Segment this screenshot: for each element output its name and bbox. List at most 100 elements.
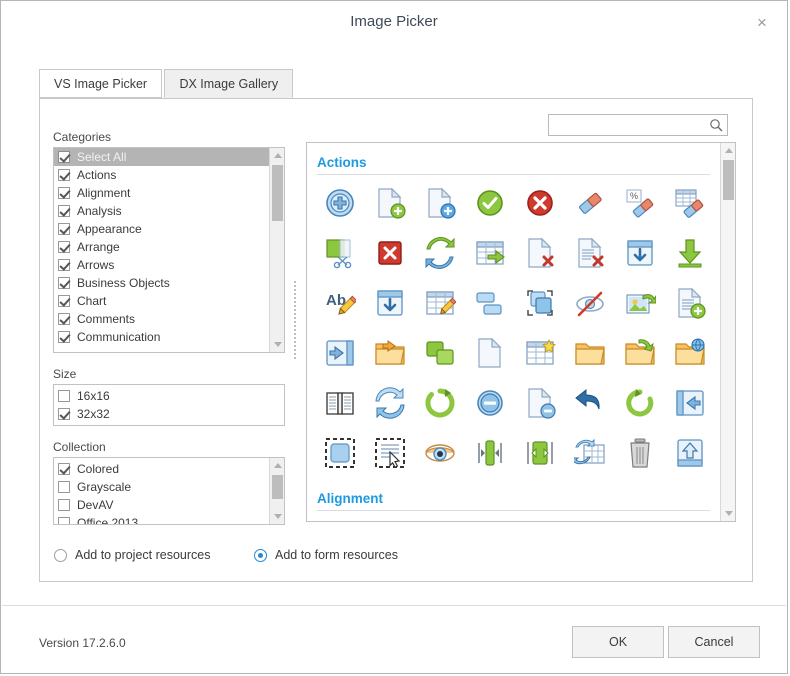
close-red-icon[interactable] — [374, 237, 406, 269]
add-circle-icon[interactable] — [324, 187, 356, 219]
apply-check-icon[interactable] — [474, 187, 506, 219]
search-box[interactable] — [548, 114, 728, 137]
collection-scrollbar[interactable] — [269, 458, 284, 524]
scroll-up-icon[interactable] — [270, 458, 284, 473]
select-all-icon[interactable] — [324, 437, 356, 469]
search-input[interactable] — [553, 115, 707, 137]
scroll-up-icon[interactable] — [721, 143, 735, 158]
checkbox[interactable] — [58, 295, 70, 307]
select-region-icon[interactable] — [374, 437, 406, 469]
gallery-scrollbar[interactable] — [720, 143, 735, 521]
scroll-down-icon[interactable] — [270, 337, 284, 352]
download-window-icon[interactable] — [624, 237, 656, 269]
tab-dx-image-gallery[interactable]: DX Image Gallery — [164, 69, 294, 98]
checkbox[interactable] — [58, 187, 70, 199]
checkbox[interactable] — [58, 277, 70, 289]
edit-table-icon[interactable] — [424, 287, 457, 319]
remove-minus-icon[interactable] — [474, 387, 506, 419]
upload-arrow-icon[interactable] — [674, 437, 706, 469]
export-table-icon[interactable] — [474, 237, 506, 269]
open-folder-export-icon[interactable] — [374, 337, 406, 369]
next-page-icon[interactable] — [674, 387, 706, 419]
scroll-down-icon[interactable] — [270, 509, 284, 524]
list-item[interactable]: Arrows — [54, 256, 269, 274]
refresh-sync-icon[interactable] — [374, 387, 406, 419]
image-export-icon[interactable] — [624, 287, 657, 319]
new-document-icon[interactable] — [474, 337, 506, 369]
scroll-thumb[interactable] — [723, 160, 734, 200]
scroll-thumb[interactable] — [272, 475, 283, 499]
list-item[interactable]: Communication — [54, 328, 269, 346]
new-document-add-blue-icon[interactable] — [424, 187, 456, 219]
open-folder-web-icon[interactable] — [674, 337, 706, 369]
import-window-icon[interactable] — [374, 287, 406, 319]
clear-format-eraser-icon[interactable]: % — [624, 187, 656, 219]
cancel-button[interactable]: Cancel — [668, 626, 760, 658]
navigate-back-icon[interactable] — [324, 337, 356, 369]
scroll-down-icon[interactable] — [721, 506, 735, 521]
checkbox[interactable] — [58, 517, 70, 524]
delete-text-document-icon[interactable] — [574, 237, 606, 269]
checkbox[interactable] — [58, 205, 70, 217]
tab-vs-image-picker[interactable]: VS Image Picker — [39, 69, 163, 98]
categories-listbox[interactable]: Select All Actions Alignment Analysis Appear… — [53, 147, 285, 353]
scroll-thumb[interactable] — [272, 165, 283, 221]
new-table-icon[interactable] — [524, 337, 556, 369]
hide-eye-icon[interactable] — [574, 287, 606, 319]
checkbox[interactable] — [58, 241, 70, 253]
clear-table-eraser-icon[interactable] — [674, 187, 706, 219]
cut-scissors-icon[interactable] — [324, 237, 356, 269]
panel-splitter[interactable] — [293, 279, 297, 379]
open-folder-arrow-icon[interactable] — [624, 337, 656, 369]
checkbox[interactable] — [58, 408, 70, 420]
clear-eraser-icon[interactable] — [574, 187, 606, 219]
convert-arrows-icon[interactable] — [424, 237, 456, 269]
insert-document-icon[interactable] — [674, 287, 706, 319]
refresh-circle-icon[interactable] — [424, 387, 456, 419]
edit-text-icon[interactable]: Ab — [324, 287, 358, 319]
undo-arrow-icon[interactable] — [574, 387, 606, 419]
collection-listbox[interactable]: Colored Grayscale DevAV Office 2013 — [53, 457, 285, 525]
list-item[interactable]: Grayscale — [54, 478, 269, 496]
merge-shapes-icon[interactable] — [424, 337, 456, 369]
list-item[interactable]: Business Objects — [54, 274, 269, 292]
ok-button[interactable]: OK — [572, 626, 664, 658]
checkbox[interactable] — [58, 331, 70, 343]
selection-bring-front-icon[interactable] — [524, 287, 556, 319]
sync-table-icon[interactable] — [571, 437, 606, 469]
reset-circle-icon[interactable] — [624, 387, 656, 419]
list-item[interactable]: Appearance — [54, 220, 269, 238]
delete-trash-icon[interactable] — [624, 437, 656, 469]
close-icon[interactable]: × — [749, 10, 775, 36]
list-item[interactable]: Office 2013 — [54, 514, 269, 524]
list-item[interactable]: 16x16 — [54, 387, 284, 405]
size-listbox[interactable]: 16x16 32x32 — [53, 384, 285, 426]
list-item[interactable]: Select All — [54, 148, 269, 166]
list-item[interactable]: Chart — [54, 292, 269, 310]
checkbox[interactable] — [58, 169, 70, 181]
search-icon[interactable] — [709, 118, 723, 132]
list-item[interactable]: Alignment — [54, 184, 269, 202]
list-item[interactable]: DevAV — [54, 496, 269, 514]
download-arrow-icon[interactable] — [674, 237, 706, 269]
expand-horizontal-icon[interactable] — [524, 437, 556, 469]
checkbox[interactable] — [58, 259, 70, 271]
list-item[interactable]: Analysis — [54, 202, 269, 220]
preview-eye-icon[interactable] — [424, 437, 456, 469]
icon-gallery[interactable]: Actions% Ab Alignment — [306, 142, 736, 522]
checkbox[interactable] — [58, 151, 70, 163]
list-item[interactable]: Colored — [54, 460, 269, 478]
checkbox[interactable] — [58, 223, 70, 235]
new-document-add-green-icon[interactable] — [374, 187, 406, 219]
list-item[interactable]: Comments — [54, 310, 269, 328]
remove-document-icon[interactable] — [524, 387, 556, 419]
list-item[interactable]: Actions — [54, 166, 269, 184]
cancel-cross-icon[interactable] — [524, 187, 556, 219]
group-shapes-icon[interactable] — [474, 287, 506, 319]
checkbox[interactable] — [58, 499, 70, 511]
checkbox[interactable] — [58, 463, 70, 475]
checkbox[interactable] — [58, 481, 70, 493]
delete-document-icon[interactable] — [524, 237, 556, 269]
list-item[interactable]: Arrange — [54, 238, 269, 256]
checkbox[interactable] — [58, 313, 70, 325]
